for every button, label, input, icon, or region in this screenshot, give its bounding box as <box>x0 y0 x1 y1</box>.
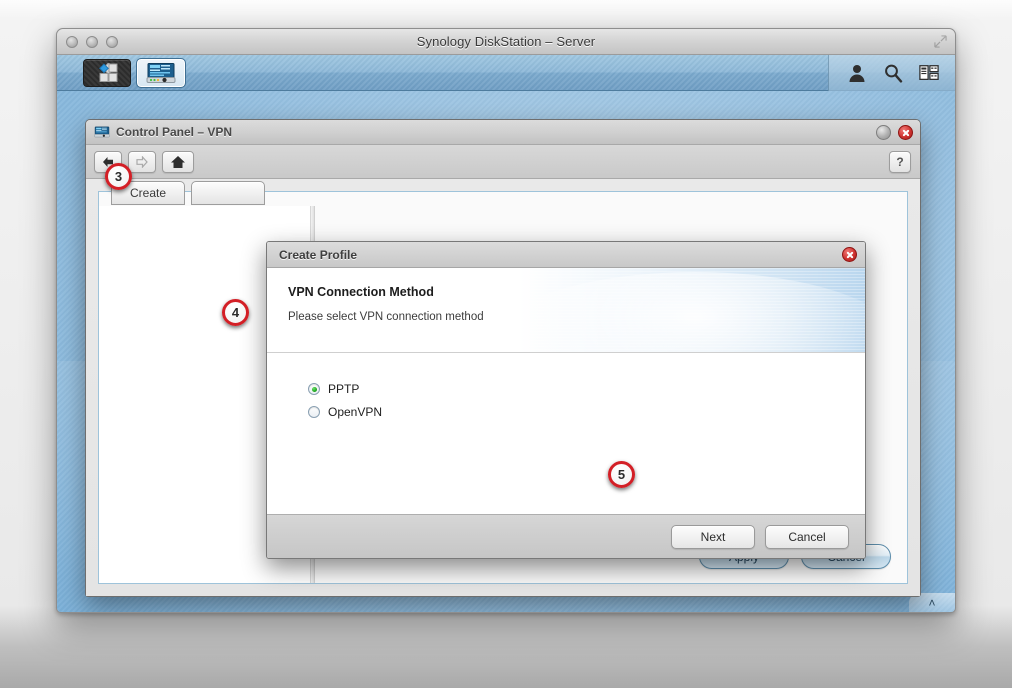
taskbar-tray <box>828 55 955 91</box>
step-badge-4: 4 <box>222 299 249 326</box>
dsm-desktop: Control Panel – VPN ? Create Create Prof… <box>57 55 955 612</box>
window-title: Synology DiskStation – Server <box>416 34 596 49</box>
search-icon[interactable] <box>883 63 903 83</box>
pptp-label: PPTP <box>328 382 360 396</box>
user-icon[interactable] <box>847 63 867 83</box>
close-icon[interactable] <box>898 124 913 140</box>
resize-corner-icon[interactable] <box>934 35 947 48</box>
create-profile-dialog: Create Profile VPN Connection Method Ple… <box>266 241 866 559</box>
step-badge-5: 5 <box>608 461 635 488</box>
minimize-icon[interactable] <box>876 124 891 140</box>
widgets-icon[interactable] <box>919 63 939 83</box>
dialog-content: PPTP OpenVPN <box>267 353 865 514</box>
dialog-cancel-button[interactable]: Cancel <box>765 524 849 549</box>
openvpn-label: OpenVPN <box>328 405 383 419</box>
window-titlebar[interactable]: Synology DiskStation – Server <box>57 29 955 55</box>
dialog-title: Create Profile <box>279 247 358 262</box>
close-window-button[interactable] <box>66 35 78 48</box>
pptp-radio-icon[interactable] <box>308 383 320 395</box>
main-menu-button[interactable] <box>83 58 131 87</box>
traffic-lights[interactable] <box>66 35 118 48</box>
control-panel-icon <box>146 62 176 83</box>
radio-option-openvpn[interactable]: OpenVPN <box>308 401 865 423</box>
control-panel-titlebar[interactable]: Control Panel – VPN <box>86 120 920 145</box>
help-button[interactable]: ? <box>889 150 911 173</box>
dialog-close-icon[interactable] <box>842 247 857 262</box>
next-button[interactable]: Next <box>671 524 755 549</box>
banner-subtext: Please select VPN connection method <box>288 311 484 323</box>
tab-secondary[interactable] <box>191 181 265 205</box>
taskbar-control-panel-button[interactable] <box>136 57 186 88</box>
arrow-right-icon <box>136 155 148 168</box>
banner-heading: VPN Connection Method <box>288 285 434 299</box>
minimize-window-button[interactable] <box>86 35 98 48</box>
dsm-taskbar <box>57 55 955 91</box>
openvpn-radio-icon[interactable] <box>308 406 320 418</box>
host-window: Synology DiskStation – Server Control Pa… <box>56 28 956 613</box>
control-panel-window-controls[interactable] <box>876 124 913 140</box>
zoom-window-button[interactable] <box>106 35 118 48</box>
control-panel-title: Control Panel – VPN <box>116 125 233 139</box>
dialog-footer: Next Cancel <box>267 514 865 558</box>
control-panel-toolbar: ? <box>86 145 920 179</box>
control-panel-title-icon <box>94 126 110 138</box>
home-icon <box>171 155 185 168</box>
radio-option-pptp[interactable]: PPTP <box>308 378 865 400</box>
main-menu-icon <box>99 62 118 82</box>
dialog-banner: VPN Connection Method Please select VPN … <box>267 268 865 353</box>
dialog-titlebar[interactable]: Create Profile <box>267 242 865 268</box>
desktop: Synology DiskStation – Server Control Pa… <box>0 0 1012 688</box>
forward-button[interactable] <box>128 150 156 173</box>
home-button[interactable] <box>162 150 194 173</box>
step-badge-3: 3 <box>105 163 132 190</box>
